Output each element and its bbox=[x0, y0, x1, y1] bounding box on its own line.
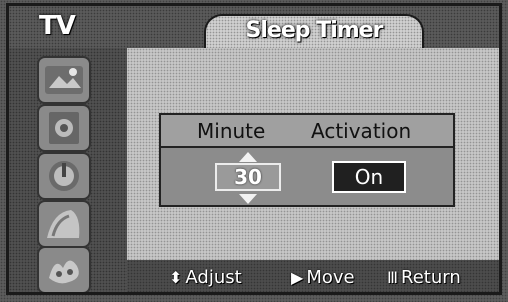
sleep-timer-settings: Minute Activation 30 On bbox=[159, 113, 455, 207]
help-return-label: Return bbox=[401, 267, 461, 288]
channel-icon[interactable] bbox=[39, 154, 89, 198]
screen-title: Sleep Timer bbox=[245, 18, 384, 43]
return-icon: Ⅲ bbox=[387, 268, 399, 287]
minute-up-arrow-icon[interactable] bbox=[239, 152, 257, 162]
minute-label: Minute bbox=[197, 119, 266, 143]
help-adjust-label: Adjust bbox=[185, 267, 242, 288]
picture-icon[interactable] bbox=[39, 58, 89, 102]
setup-icon[interactable] bbox=[39, 202, 89, 246]
menu-title: TV bbox=[39, 11, 76, 41]
header-bar: TV Sleep Timer bbox=[9, 6, 499, 48]
minute-field[interactable]: 30 bbox=[215, 163, 281, 191]
right-arrow-icon: ▶ bbox=[291, 268, 304, 287]
activation-label: Activation bbox=[311, 119, 412, 143]
screen-title-tab: Sleep Timer bbox=[204, 14, 424, 48]
input-icon[interactable] bbox=[39, 248, 89, 292]
menu-icon-column bbox=[9, 48, 127, 292]
up-down-arrow-icon: ⬍ bbox=[169, 268, 183, 287]
help-bar: ⬍ Adjust ▶ Move Ⅲ Return bbox=[127, 260, 499, 292]
settings-header: Minute Activation bbox=[161, 115, 453, 148]
activation-field[interactable]: On bbox=[332, 161, 406, 193]
osd-screen: TV Sleep Timer Minute Activation 30 On ⬍… bbox=[6, 3, 502, 295]
help-move-label: Move bbox=[306, 267, 355, 288]
sleep-timer-panel: Minute Activation 30 On bbox=[127, 48, 499, 260]
sound-icon[interactable] bbox=[39, 106, 89, 150]
help-adjust: ⬍ Adjust bbox=[169, 267, 242, 288]
help-return: Ⅲ Return bbox=[387, 267, 461, 288]
help-move: ▶ Move bbox=[291, 267, 355, 288]
minute-down-arrow-icon[interactable] bbox=[239, 194, 257, 204]
tv-osd: TV Sleep Timer Minute Activation 30 On ⬍… bbox=[0, 0, 508, 302]
